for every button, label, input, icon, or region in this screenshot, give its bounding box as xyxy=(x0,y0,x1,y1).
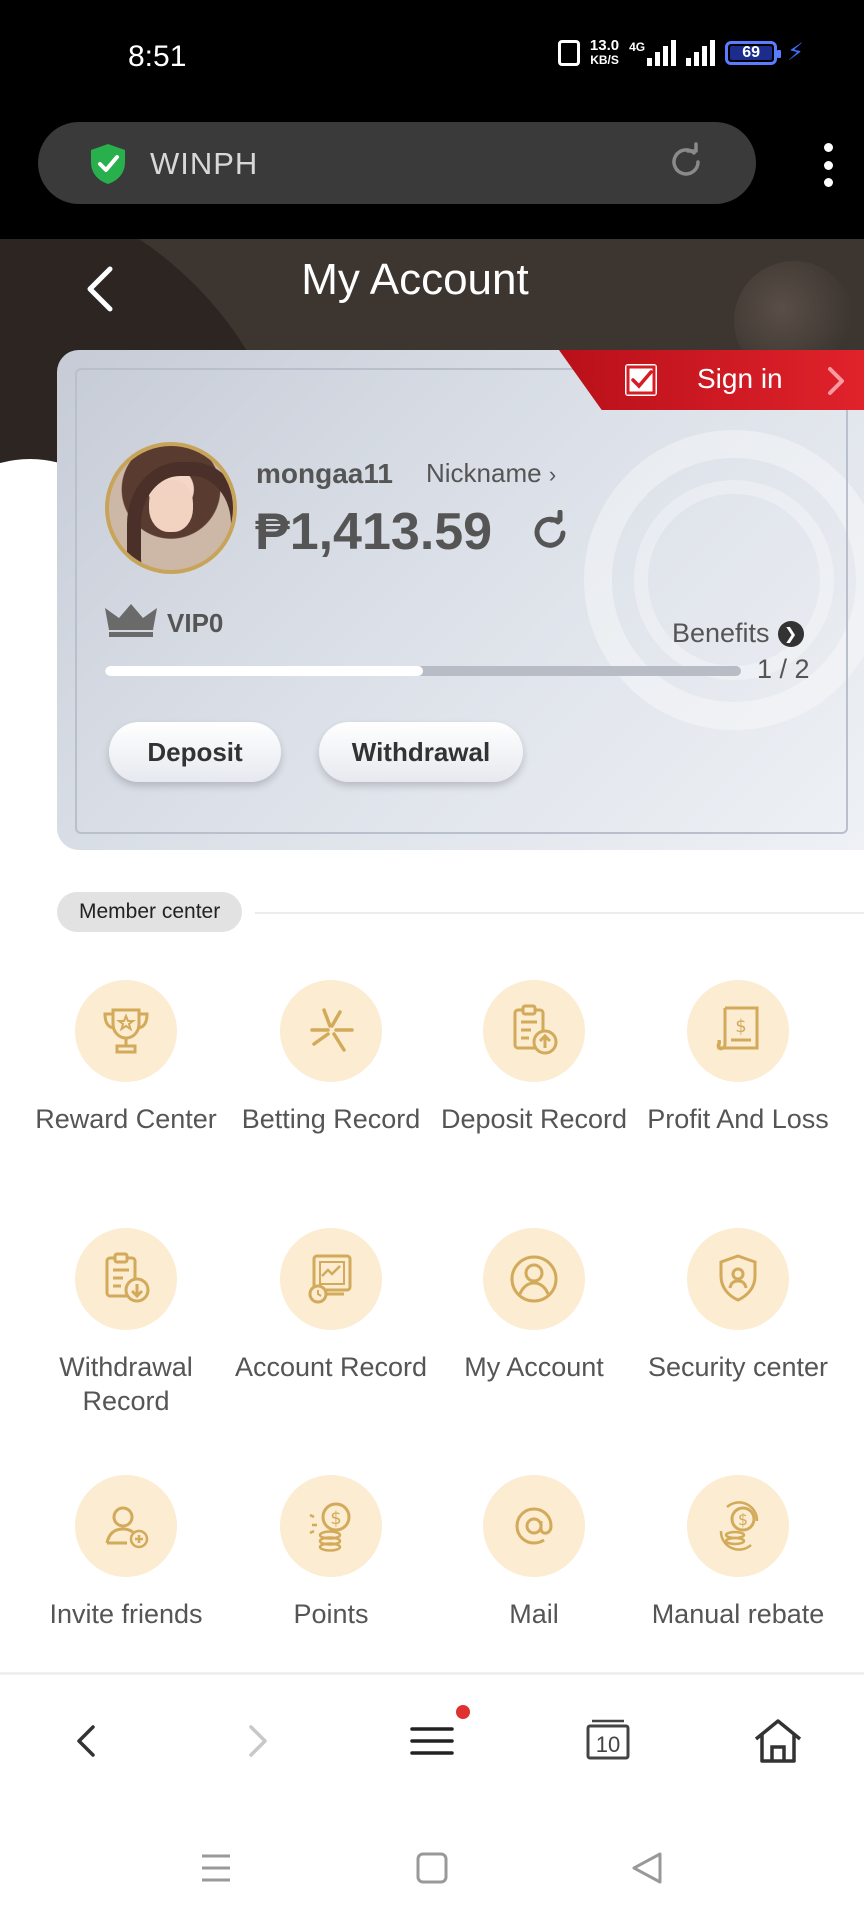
benefits-link[interactable]: Benefits ❯ xyxy=(672,618,804,649)
browser-home-icon[interactable] xyxy=(748,1711,808,1771)
browser-menu-hamburger-icon[interactable] xyxy=(402,1705,470,1771)
trophy-icon xyxy=(75,980,177,1082)
balance: ₱ 1,413.59 xyxy=(255,502,492,562)
svg-text:$: $ xyxy=(735,1016,746,1037)
avatar[interactable] xyxy=(105,442,237,574)
crown-icon xyxy=(105,604,157,637)
nickname-link[interactable]: Nickname › xyxy=(426,458,556,489)
sign-in-button[interactable]: Sign in xyxy=(559,350,864,410)
security-shield-icon xyxy=(687,1228,789,1330)
system-back-icon[interactable] xyxy=(628,1848,668,1888)
browser-back-icon[interactable] xyxy=(56,1711,116,1771)
section-divider xyxy=(255,912,864,914)
chevron-right-icon xyxy=(828,367,844,395)
network-speed-value: 13.0 xyxy=(589,36,620,54)
reload-icon[interactable] xyxy=(666,142,706,182)
menu-item-manual-rebate[interactable]: $ Manual rebate xyxy=(636,1475,840,1631)
username: mongaa11 xyxy=(256,458,393,489)
recent-apps-icon[interactable] xyxy=(196,1848,236,1888)
tabs-count: 10 xyxy=(595,1732,621,1757)
menu-item-account-record[interactable]: Account Record xyxy=(229,1228,433,1384)
account-card: Sign in mongaa11 Nickname › ₱ 1,413.59 V… xyxy=(57,350,864,850)
network-signal-4g: 4G xyxy=(629,39,677,66)
system-nav-bar xyxy=(0,1800,864,1920)
battery-level: 69 xyxy=(742,43,761,61)
menu-item-security-center[interactable]: Security center xyxy=(636,1228,840,1384)
menu-item-label: Reward Center xyxy=(35,1104,217,1134)
vip-progress-text: 1 / 2 xyxy=(757,654,810,684)
status-time: 8:51 xyxy=(128,40,187,73)
menu-item-label: Betting Record xyxy=(241,1104,421,1134)
at-sign-icon xyxy=(483,1475,585,1577)
nickname-label: Nickname xyxy=(426,458,542,488)
chevron-circle-right-icon: ❯ xyxy=(777,620,804,647)
menu-item-label: Profit And Loss xyxy=(647,1104,829,1134)
sign-in-label: Sign in xyxy=(697,363,783,394)
network-type: 4G xyxy=(629,39,646,54)
chevron-right-icon: › xyxy=(548,462,557,487)
notification-dot xyxy=(456,1705,470,1719)
user-icon xyxy=(483,1228,585,1330)
menu-item-label: Mail xyxy=(509,1599,559,1629)
account-record-icon xyxy=(280,1228,382,1330)
svg-text:$: $ xyxy=(330,1508,341,1529)
refresh-balance-icon[interactable] xyxy=(527,510,573,556)
menu-item-invite-friends[interactable]: Invite friends xyxy=(24,1475,228,1631)
browser-forward-icon[interactable] xyxy=(228,1711,288,1771)
vibrate-icon xyxy=(557,39,580,66)
rebate-coins-icon: $ xyxy=(687,1475,789,1577)
deposit-record-icon xyxy=(483,980,585,1082)
battery-icon: 69 xyxy=(725,40,782,65)
signal-icon-secondary xyxy=(686,39,716,66)
menu-item-label: Points xyxy=(293,1599,369,1629)
status-bar: 8:51 13.0 KB/S 4G 69 ⚡ xyxy=(0,0,864,115)
menu-item-points[interactable]: $ Points xyxy=(229,1475,433,1631)
menu-item-label: My Account xyxy=(464,1352,604,1382)
currency-symbol: ₱ xyxy=(255,503,290,561)
home-square-icon[interactable] xyxy=(412,1848,452,1888)
menu-item-reward-center[interactable]: Reward Center xyxy=(24,980,228,1136)
benefits-label: Benefits xyxy=(672,618,770,648)
withdrawal-record-icon xyxy=(75,1228,177,1330)
menu-item-withdrawal-record[interactable]: Withdrawal Record xyxy=(24,1228,228,1418)
menu-item-label: Invite friends xyxy=(49,1599,203,1629)
betting-record-icon xyxy=(280,980,382,1082)
member-center-heading: Member center xyxy=(57,892,243,932)
charging-icon: ⚡ xyxy=(787,39,804,66)
profit-loss-icon: $ xyxy=(687,980,789,1082)
menu-item-deposit-record[interactable]: Deposit Record xyxy=(432,980,636,1136)
menu-item-label: Withdrawal Record xyxy=(59,1352,193,1416)
browser-toolbar: WINPH xyxy=(0,115,864,239)
menu-item-profit-and-loss[interactable]: $ Profit And Loss xyxy=(636,980,840,1136)
menu-item-my-account[interactable]: My Account xyxy=(432,1228,636,1384)
network-speed-unit: KB/S xyxy=(590,52,619,67)
secure-shield-icon xyxy=(91,144,125,184)
url-text: WINPH xyxy=(150,146,259,181)
browser-bottom-nav: 10 xyxy=(0,1675,864,1800)
checkbox-icon xyxy=(625,364,657,396)
menu-item-label: Manual rebate xyxy=(651,1599,825,1629)
menu-item-label: Deposit Record xyxy=(440,1104,628,1134)
menu-item-mail[interactable]: Mail xyxy=(432,1475,636,1631)
status-icons: 13.0 KB/S 4G 69 ⚡ xyxy=(557,36,804,67)
signal-icon xyxy=(647,39,677,66)
menu-item-label: Security center xyxy=(647,1352,829,1382)
vip-progress-bar xyxy=(105,666,741,676)
network-speed: 13.0 KB/S xyxy=(589,36,620,67)
vip-level: VIP0 xyxy=(167,608,224,638)
svg-text:$: $ xyxy=(738,1510,748,1529)
address-bar[interactable]: WINPH xyxy=(38,122,756,204)
balance-amount: 1,413.59 xyxy=(289,503,493,561)
menu-item-label: Account Record xyxy=(234,1352,428,1382)
deposit-button[interactable]: Deposit xyxy=(109,722,281,782)
invite-friends-icon xyxy=(75,1475,177,1577)
menu-item-betting-record[interactable]: Betting Record xyxy=(229,980,433,1136)
withdrawal-button[interactable]: Withdrawal xyxy=(319,722,523,782)
vip-progress-fill xyxy=(105,666,423,676)
tabs-button[interactable]: 10 xyxy=(578,1711,638,1771)
page-title: My Account xyxy=(301,255,529,304)
coins-icon: $ xyxy=(280,1475,382,1577)
browser-menu-icon[interactable] xyxy=(822,143,834,187)
